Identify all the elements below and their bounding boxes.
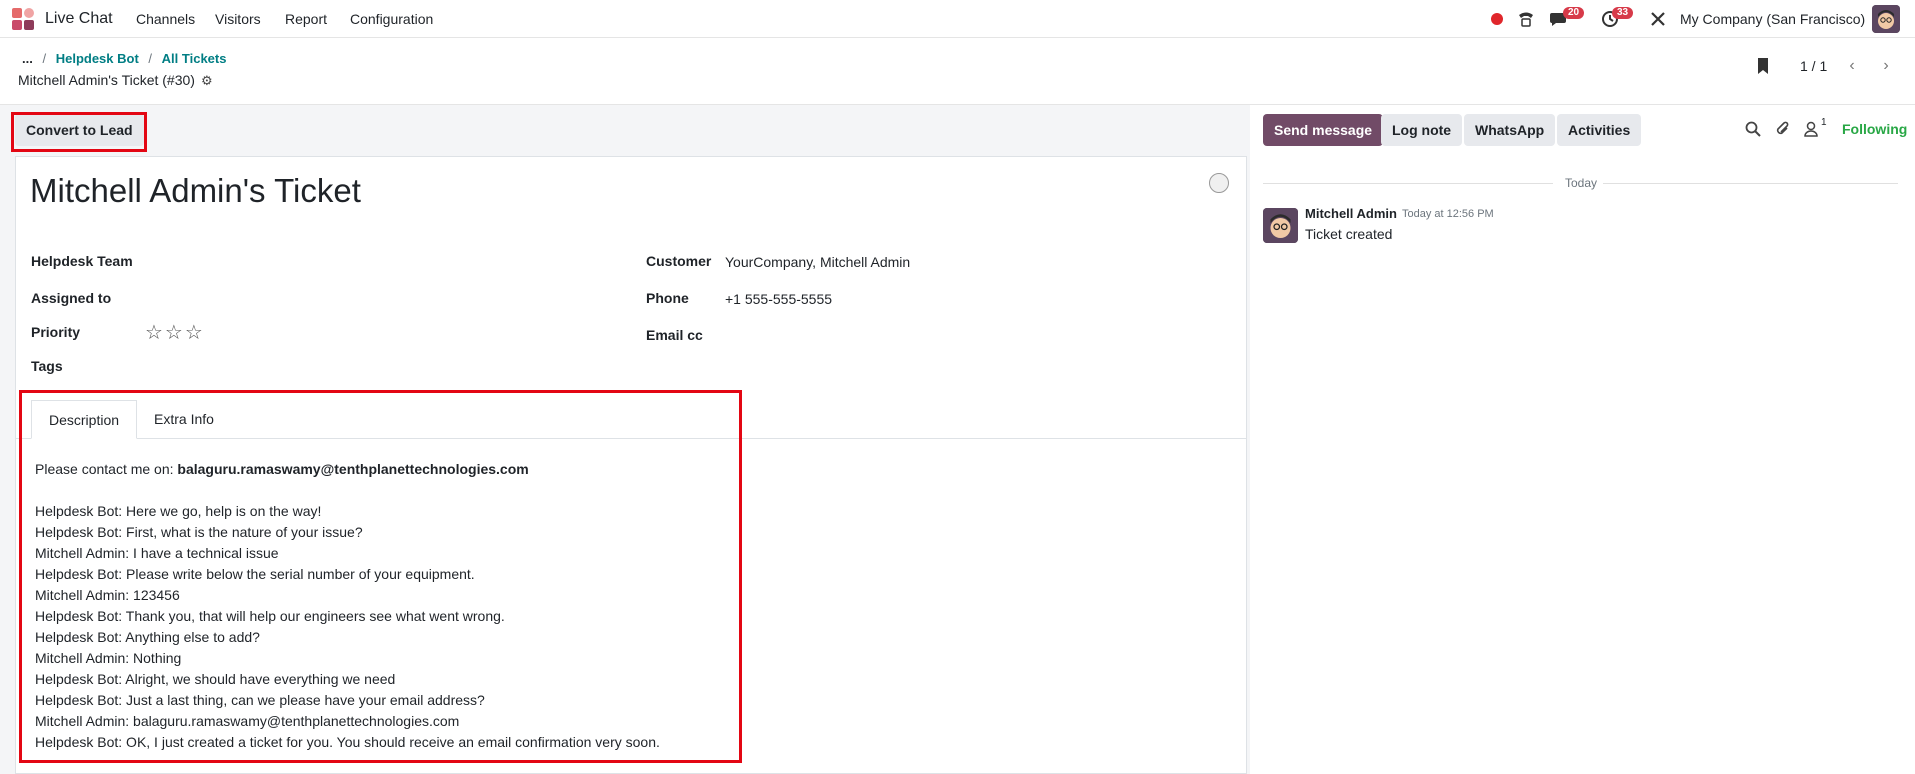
- log-note-button[interactable]: Log note: [1381, 114, 1463, 146]
- pager-value[interactable]: 1 / 1: [1800, 58, 1827, 74]
- send-message-button[interactable]: Send message: [1263, 114, 1384, 146]
- field-label-priority: Priority: [31, 324, 81, 340]
- followers-icon[interactable]: [1804, 121, 1818, 137]
- breadcrumb: ... / Helpdesk Bot / All Tickets: [22, 51, 227, 66]
- recording-indicator-icon[interactable]: [1491, 13, 1503, 25]
- message-body: Ticket created: [1305, 226, 1393, 242]
- breadcrumb-all-tickets[interactable]: All Tickets: [162, 51, 227, 66]
- menu-configuration[interactable]: Configuration: [350, 11, 433, 27]
- highlight-convert-button: [11, 112, 147, 152]
- message-author-avatar[interactable]: [1263, 208, 1298, 243]
- messages-badge: 20: [1563, 7, 1585, 19]
- field-phone[interactable]: +1 555-555-5555: [725, 291, 832, 307]
- record-breadcrumb-title: Mitchell Admin's Ticket (#30) ⚙: [18, 72, 213, 89]
- message-timestamp: Today at 12:56 PM: [1402, 208, 1494, 220]
- field-label-tags: Tags: [31, 358, 63, 374]
- ticket-title[interactable]: Mitchell Admin's Ticket: [30, 172, 361, 210]
- field-label-phone: Phone: [646, 290, 689, 306]
- paperclip-icon[interactable]: [1775, 120, 1791, 138]
- activity-badge: 33: [1612, 7, 1634, 19]
- menu-visitors[interactable]: Visitors: [215, 11, 261, 27]
- date-separator-line: [1603, 183, 1898, 184]
- field-label-assigned-to: Assigned to: [31, 290, 112, 306]
- highlight-description-area: [19, 390, 742, 763]
- gear-icon[interactable]: ⚙: [201, 73, 213, 89]
- kanban-state-icon[interactable]: [1209, 173, 1229, 193]
- follower-count: 1: [1821, 117, 1827, 128]
- message-author[interactable]: Mitchell Admin: [1305, 206, 1397, 221]
- pager-next-icon[interactable]: ›: [1871, 53, 1901, 79]
- record-name: Mitchell Admin's Ticket (#30): [18, 72, 195, 88]
- app-name[interactable]: Live Chat: [45, 10, 113, 28]
- menu-channels[interactable]: Channels: [136, 11, 195, 27]
- live-chat-app-icon[interactable]: [12, 8, 34, 30]
- date-separator-line: [1263, 183, 1553, 184]
- debug-tools-icon[interactable]: [1650, 11, 1666, 27]
- menu-report[interactable]: Report: [285, 11, 327, 27]
- pager-previous-icon[interactable]: ‹: [1837, 53, 1867, 79]
- breadcrumb-helpdesk-bot[interactable]: Helpdesk Bot: [56, 51, 139, 66]
- field-label-customer: Customer: [646, 253, 712, 269]
- field-label-email-cc: Email cc: [646, 327, 703, 343]
- priority-stars-icon[interactable]: ☆☆☆: [145, 320, 205, 345]
- activities-button[interactable]: Activities: [1557, 114, 1642, 146]
- user-avatar[interactable]: [1872, 5, 1900, 33]
- top-navbar: Live Chat Channels Visitors Report Confi…: [0, 0, 1915, 38]
- field-customer[interactable]: YourCompany, Mitchell Admin: [725, 254, 910, 270]
- following-button[interactable]: Following: [1842, 121, 1907, 137]
- bookmark-icon[interactable]: [1756, 57, 1770, 75]
- date-separator: Today: [1565, 176, 1598, 190]
- field-label-helpdesk-team: Helpdesk Team: [31, 253, 133, 269]
- search-icon[interactable]: [1745, 121, 1761, 137]
- company-switcher[interactable]: My Company (San Francisco): [1680, 11, 1865, 27]
- phone-icon[interactable]: [1517, 10, 1535, 28]
- breadcrumb-ellipsis[interactable]: ...: [22, 51, 33, 66]
- whatsapp-button[interactable]: WhatsApp: [1464, 114, 1556, 146]
